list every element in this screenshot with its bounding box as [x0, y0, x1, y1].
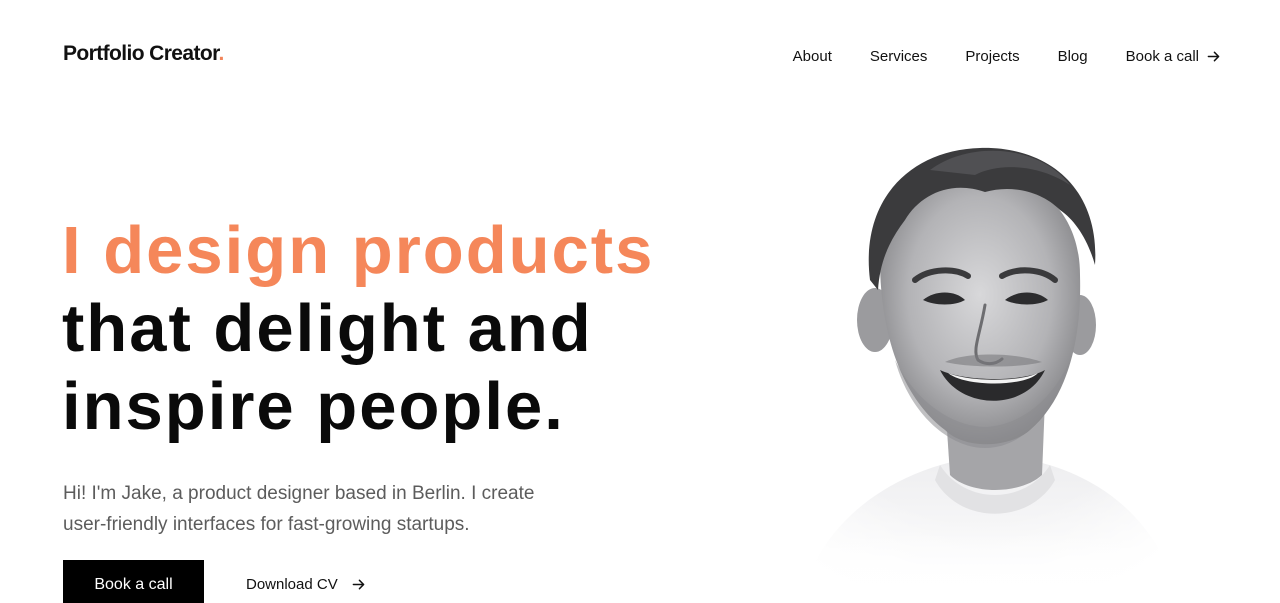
nav-projects-link[interactable]: Projects: [965, 48, 1019, 65]
logo[interactable]: Portfolio Creator.: [63, 42, 224, 66]
nav-book-call-label: Book a call: [1125, 48, 1199, 65]
nav-book-call-link[interactable]: Book a call: [1126, 48, 1220, 65]
hero-intro-line-1: Hi! I'm Jake, a product designer based i…: [63, 483, 535, 504]
main-nav: About Services Projects Blog Book a call: [793, 48, 1220, 65]
hero-heading-line-3: inspire people.: [62, 369, 565, 444]
logo-dot: .: [218, 42, 224, 65]
book-call-button[interactable]: Book a call: [63, 560, 204, 603]
logo-text: Portfolio Creator: [63, 42, 219, 65]
arrow-right-icon: [1207, 51, 1220, 62]
portrait-photo: [780, 130, 1180, 603]
page: Portfolio Creator. About Services Projec…: [0, 0, 1280, 603]
nav-services-link[interactable]: Services: [870, 48, 928, 65]
hero-heading-accent-line: I design products: [62, 213, 655, 288]
nav-about-link[interactable]: About: [793, 48, 832, 65]
download-cv-label: Download CV: [246, 576, 338, 593]
nav-blog-link[interactable]: Blog: [1058, 48, 1088, 65]
hero-heading: I design products that delight and inspi…: [62, 212, 654, 446]
arrow-right-icon: [352, 579, 365, 590]
hero-heading-line-2: that delight and: [62, 291, 593, 366]
hero-intro-line-2: user-friendly interfaces for fast-growin…: [63, 514, 470, 535]
hero-intro: Hi! I'm Jake, a product designer based i…: [63, 478, 623, 540]
download-cv-link[interactable]: Download CV: [246, 576, 365, 593]
